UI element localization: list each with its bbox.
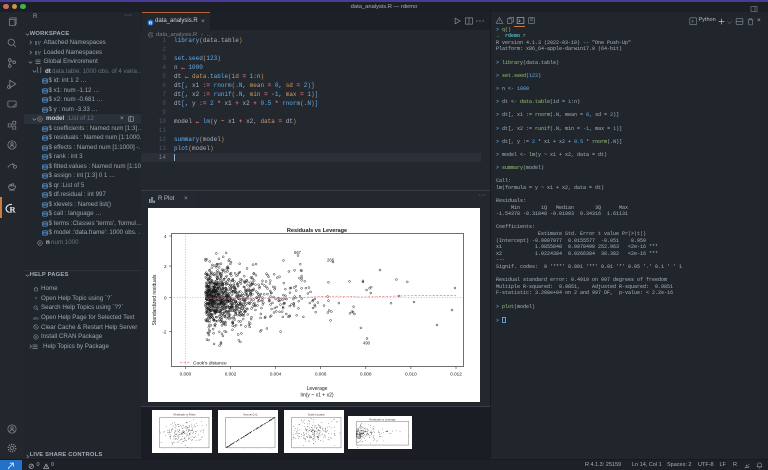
svg-text:-2: -2 — [162, 330, 167, 335]
svg-text:Residuals vs Leverage: Residuals vs Leverage — [287, 228, 347, 234]
svg-text:R: R — [148, 20, 152, 26]
svg-text:Residuals vs Leverage: Residuals vs Leverage — [369, 417, 396, 421]
svg-text:0.008: 0.008 — [360, 372, 372, 377]
svg-text:Standardized residuals: Standardized residuals — [152, 274, 158, 325]
svg-text:0.006: 0.006 — [315, 372, 327, 377]
svg-text:0.012: 0.012 — [450, 372, 462, 377]
svg-text:2: 2 — [164, 264, 167, 269]
svg-text:266: 266 — [327, 258, 335, 263]
svg-text:0.010: 0.010 — [405, 372, 417, 377]
svg-text:abc: abc — [33, 316, 39, 320]
svg-text:Scale-Location: Scale-Location — [307, 413, 325, 417]
svg-text:Normal Q-Q: Normal Q-Q — [243, 413, 257, 417]
svg-text:0.004: 0.004 — [270, 372, 282, 377]
svg-text:667: 667 — [294, 250, 302, 255]
svg-text:Residuals vs Fitted: Residuals vs Fitted — [173, 413, 195, 417]
svg-text:0.002: 0.002 — [225, 372, 237, 377]
svg-text:?: ? — [35, 296, 38, 301]
svg-text:0: 0 — [164, 296, 167, 301]
svg-text:Cook's distance: Cook's distance — [193, 360, 227, 366]
svg-text:R: R — [10, 205, 17, 214]
svg-text:lm(y ~ x1 + x2): lm(y ~ x1 + x2) — [300, 393, 333, 399]
svg-text:0.000: 0.000 — [180, 372, 192, 377]
svg-text:Leverage: Leverage — [307, 386, 328, 392]
svg-text:490: 490 — [363, 341, 371, 346]
svg-text:4: 4 — [164, 234, 167, 239]
